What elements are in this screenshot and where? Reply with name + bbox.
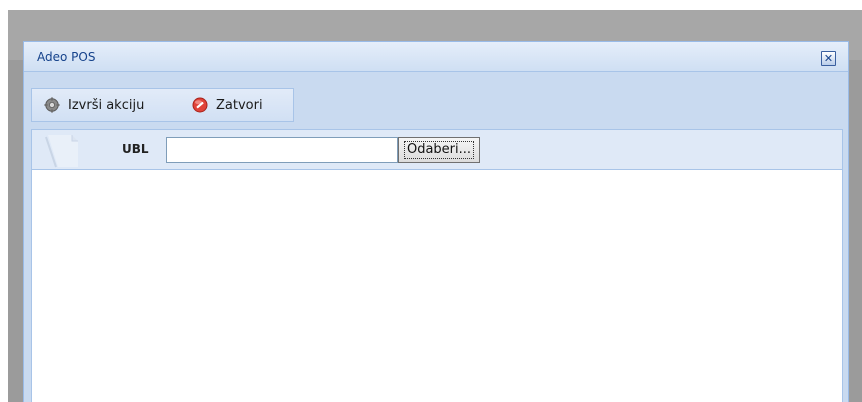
- page-curl-icon: [42, 133, 82, 169]
- gear-icon: [44, 97, 60, 113]
- ubl-form-row: UBL Odaberi...: [32, 130, 842, 170]
- browse-button-label: Odaberi...: [403, 140, 475, 160]
- dialog-titlebar[interactable]: Adeo POS ✕: [24, 42, 848, 72]
- close-icon[interactable]: ✕: [821, 51, 836, 66]
- execute-action-button[interactable]: Izvrši akciju: [44, 89, 144, 121]
- dialog-toolbar: Izvrši akciju Zatvori: [31, 88, 294, 122]
- stop-icon: [192, 97, 208, 113]
- ubl-file-input[interactable]: [166, 137, 398, 163]
- page-top-band: [0, 0, 862, 10]
- execute-action-label: Izvrši akciju: [68, 97, 145, 113]
- ubl-label: UBL: [122, 142, 149, 156]
- browse-button[interactable]: Odaberi...: [398, 137, 480, 163]
- close-button[interactable]: Zatvori: [192, 89, 263, 121]
- dialog-content: UBL Odaberi...: [31, 129, 843, 402]
- dialog-window: Adeo POS ✕ Izvrši akciju Zatvori UBL Oda…: [23, 41, 849, 402]
- dialog-title: Adeo POS: [37, 50, 96, 64]
- close-label: Zatvori: [216, 97, 263, 113]
